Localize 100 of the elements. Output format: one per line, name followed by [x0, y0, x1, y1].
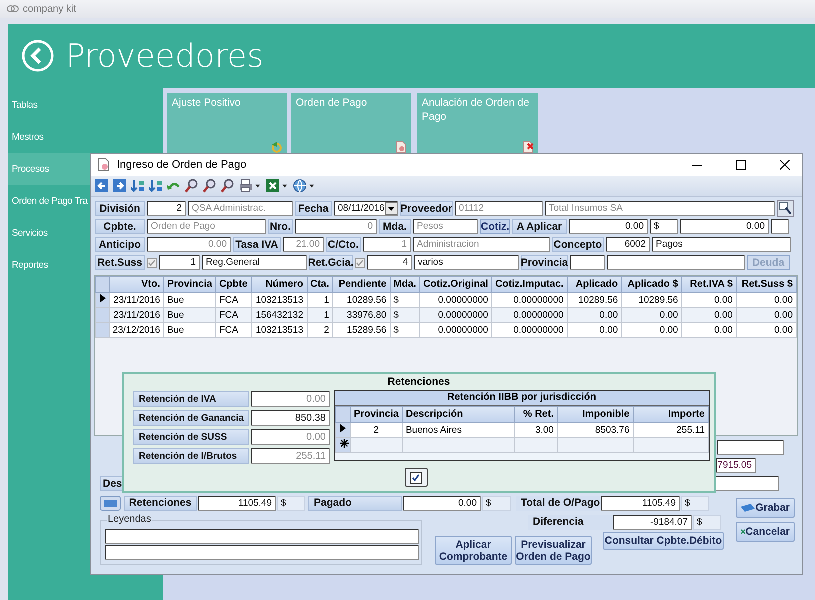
table-cell: FCA	[216, 308, 252, 322]
field-label: Fecha	[295, 201, 332, 216]
form-button[interactable]: Cotiz.	[480, 219, 510, 234]
date-field[interactable]: 08/11/2016	[334, 201, 398, 216]
field-label: Total de O/Pago	[516, 496, 600, 510]
column-header[interactable]: Imponible	[557, 406, 634, 422]
document-delete-icon	[522, 141, 534, 153]
tile-label: Anulación de Orden de Pago	[422, 96, 530, 124]
table-cell: 0.00	[736, 292, 796, 308]
column-header[interactable]: Pendiente	[332, 276, 390, 292]
input-field[interactable]: $	[650, 219, 678, 234]
input-field[interactable]: $	[681, 496, 709, 510]
column-header[interactable]: Aplicado	[567, 276, 622, 292]
sort-icon[interactable]	[131, 179, 145, 193]
row-selector[interactable]	[336, 438, 350, 452]
document-icon	[97, 158, 111, 172]
column-header[interactable]: Cotiz.Original	[420, 276, 492, 292]
back-icon[interactable]	[22, 40, 54, 72]
card-icon[interactable]	[100, 496, 121, 510]
column-header[interactable]: Mda.	[390, 276, 420, 292]
column-header[interactable]: Provincia	[350, 406, 402, 422]
input-field[interactable]	[717, 440, 784, 455]
input-field[interactable]: 1	[159, 255, 200, 270]
column-header[interactable]: Cpbte	[216, 276, 252, 292]
input-field[interactable]: 2	[147, 201, 186, 216]
row-selector[interactable]	[96, 292, 110, 308]
lookup-icon[interactable]	[777, 200, 794, 217]
maximize-icon[interactable]	[736, 160, 746, 170]
table-cell: 0.00	[622, 308, 682, 322]
input-field[interactable]: 1105.49	[601, 496, 680, 510]
table-cell: 0.00000000	[420, 322, 492, 338]
input-field[interactable]: 850.38	[251, 410, 330, 426]
column-header[interactable]: % Ret.	[514, 406, 558, 422]
column-header[interactable]: Aplicado $	[622, 276, 682, 292]
input-field[interactable]: Reg.General	[202, 255, 307, 270]
row-selector[interactable]	[336, 422, 350, 438]
new-row-icon	[340, 439, 349, 448]
column-header[interactable]: Cta.	[307, 276, 333, 292]
input-field[interactable]: $	[482, 496, 511, 510]
input-field[interactable]: 4	[367, 255, 412, 270]
column-header[interactable]: Cotiz.Imputac.	[492, 276, 568, 292]
table-cell: 10289.56	[332, 292, 390, 308]
table-cell: 0.00	[682, 322, 736, 338]
column-header[interactable]: Ret.IVA $	[682, 276, 736, 292]
table-cell: Buenos Aires	[402, 422, 515, 438]
input-field[interactable]	[607, 255, 745, 270]
input-field[interactable]	[105, 545, 419, 560]
table-cell: 1	[307, 308, 333, 322]
printer-icon[interactable]	[239, 179, 253, 193]
tile-label: Orden de Pago	[296, 96, 368, 110]
input-field[interactable]: varios	[414, 255, 519, 270]
action-button[interactable]: Aplicar Comprobante	[435, 536, 512, 565]
arrow-right-icon[interactable]	[113, 179, 127, 193]
input-field[interactable]	[570, 255, 605, 270]
globe-icon[interactable]	[293, 179, 307, 193]
input-field[interactable]	[105, 529, 419, 544]
input-field[interactable]: $	[693, 514, 721, 530]
checkbox[interactable]	[355, 258, 365, 268]
search-icon[interactable]	[185, 179, 199, 193]
refresh-icon	[271, 141, 283, 153]
input-field[interactable]: $	[277, 496, 305, 510]
search-icon[interactable]	[203, 179, 217, 193]
input-field[interactable]	[771, 219, 789, 234]
arrow-left-icon[interactable]	[95, 179, 109, 193]
column-header[interactable]: Ret.Suss $	[736, 276, 796, 292]
checkbox[interactable]	[147, 258, 157, 268]
column-header[interactable]: Número	[251, 276, 307, 292]
app-title: company kit	[23, 4, 76, 14]
table-cell: FCA	[216, 322, 252, 338]
column-header[interactable]: Importe	[633, 406, 708, 422]
input-field[interactable]: -9184.07	[613, 514, 692, 530]
input-field[interactable]: Pagos	[652, 237, 791, 252]
table-cell: 23/11/2016	[109, 308, 164, 322]
input-field[interactable]: 6002	[606, 237, 650, 252]
spreadsheet-icon[interactable]	[266, 179, 280, 193]
save-button[interactable]: Grabar	[736, 498, 795, 518]
input-field[interactable]: 7915.05	[716, 458, 756, 473]
cancel-button[interactable]: Cancelar	[736, 522, 795, 542]
input-field[interactable]: 0.00	[403, 496, 481, 510]
table-cell: Bue	[164, 292, 216, 308]
action-button[interactable]: Previsualizar Orden de Pago	[515, 536, 592, 565]
column-header[interactable]: Provincia	[164, 276, 216, 292]
table-cell: 3.00	[514, 422, 558, 438]
column-header[interactable]: Descripción	[402, 406, 515, 422]
column-header[interactable]: Vto.	[109, 276, 164, 292]
table-cell: 8503.76	[557, 422, 634, 438]
sort-icon[interactable]	[149, 179, 163, 193]
field-label: Pagado	[308, 496, 402, 510]
table-cell: 23/12/2016	[109, 322, 164, 338]
table-cell: $	[390, 308, 420, 322]
row-header	[96, 276, 110, 292]
input-field[interactable]	[715, 476, 779, 491]
consult-button[interactable]: Consultar Cpbte.Débito	[603, 532, 724, 550]
ok-button[interactable]	[404, 468, 428, 487]
search-icon[interactable]	[221, 179, 235, 193]
input-field[interactable]: 0.00	[680, 219, 769, 234]
input-field[interactable]: 1105.49	[198, 496, 276, 510]
dropdown-icon[interactable]	[384, 202, 397, 215]
close-icon[interactable]	[780, 160, 790, 170]
input-field[interactable]: 0.00	[569, 219, 648, 234]
